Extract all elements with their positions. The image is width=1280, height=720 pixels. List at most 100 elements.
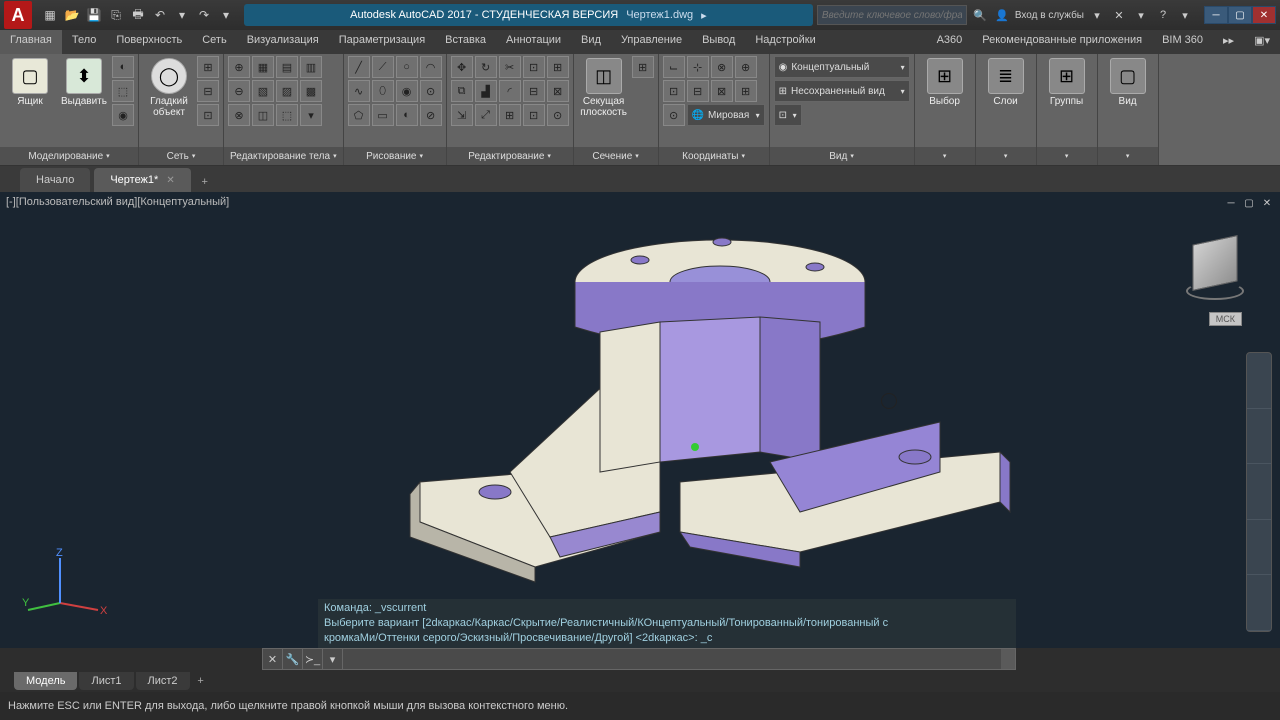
showmotion-icon[interactable] [1247,575,1271,631]
tab-surface[interactable]: Поверхность [106,30,192,54]
cmd-close-icon[interactable]: ✕ [263,649,283,669]
help-icon[interactable]: ? [1154,6,1172,24]
viewport-label[interactable]: [-][Пользовательский вид][Концептуальный… [6,196,229,208]
navigation-bar[interactable] [1246,352,1272,632]
new-icon[interactable]: ▦ [40,5,60,25]
mesh-icon[interactable]: ⊞ [197,56,219,78]
tab-drawing[interactable]: Чертеж1*✕ [94,168,190,192]
wcs-label[interactable]: МСК [1209,312,1242,326]
edit-icon[interactable]: ▨ [276,80,298,102]
subtract-icon[interactable]: ⊖ [228,80,250,102]
ucs-combo[interactable]: 🌐Мировая [687,104,765,126]
ucs-icon[interactable]: ⊞ [735,80,757,102]
orbit-icon[interactable] [1247,520,1271,576]
app-logo[interactable]: A [4,1,32,29]
edit-icon[interactable]: ▤ [276,56,298,78]
union-icon[interactable]: ⊕ [228,56,250,78]
stretch-icon[interactable]: ⇲ [451,104,473,126]
ucs-icon[interactable]: ⊟ [687,80,709,102]
ucs-icon[interactable]: ⌙ [663,56,685,78]
panel-label[interactable]: Редактирование тела [224,147,343,165]
edit-icon[interactable]: ▾ [300,104,322,126]
edit-icon[interactable]: ⬚ [276,104,298,126]
tab-a360[interactable]: A360 [927,30,973,54]
layers-button[interactable]: ≣Слои [980,56,1032,109]
search-icon[interactable]: 🔍 [971,6,989,24]
edit-icon[interactable]: ▦ [252,56,274,78]
mod-icon[interactable]: ⊙ [547,104,569,126]
mod-icon[interactable]: ⊠ [547,80,569,102]
rotate-icon[interactable]: ↻ [475,56,497,78]
selection-button[interactable]: ⊞Выбор [919,56,971,109]
mod-icon[interactable]: ⊡ [523,104,545,126]
redo-icon[interactable]: ↷ [194,5,214,25]
ucs-icon[interactable]: ⊙ [663,104,685,126]
pan-icon[interactable] [1247,409,1271,465]
panel-label[interactable]: Сеть [139,147,223,165]
mod-icon[interactable]: ⊞ [547,56,569,78]
search-input[interactable] [817,5,967,25]
tab-layout1[interactable]: Лист1 [79,672,133,690]
section-plane-button[interactable]: ◫Секущая плоскость [578,56,630,120]
tab-layout2[interactable]: Лист2 [136,672,190,690]
panel-label[interactable]: Моделирование [0,147,138,165]
tab-mesh[interactable]: Сеть [192,30,236,54]
draw-icon[interactable]: ∿ [348,80,370,102]
print-icon[interactable]: 🖶 [128,5,148,25]
ucs-icon[interactable]: ⊠ [711,80,733,102]
edit-icon[interactable]: ◫ [252,104,274,126]
box-button[interactable]: ▢Ящик [4,56,56,109]
vp-minimize-icon[interactable]: ─ [1224,196,1238,210]
mod-icon[interactable]: ⊡ [523,56,545,78]
cmd-config-icon[interactable]: 🔧 [283,649,303,669]
signin-label[interactable]: Вход в службы [1015,10,1084,21]
tab-insert[interactable]: Вставка [435,30,496,54]
panel-label[interactable]: Сечение [574,147,658,165]
section-icon[interactable]: ⊞ [632,56,654,78]
tab-annotate[interactable]: Аннотации [496,30,571,54]
array-icon[interactable]: ⊞ [499,104,521,126]
minimize-button[interactable]: ─ [1204,6,1228,24]
circle-icon[interactable]: ○ [396,56,418,78]
tab-manage[interactable]: Управление [611,30,692,54]
ucs-icon[interactable]: ⊕ [735,56,757,78]
maximize-button[interactable]: ▢ [1228,6,1252,24]
vp-close-icon[interactable]: ✕ [1260,196,1274,210]
intersect-icon[interactable]: ⊗ [228,104,250,126]
presspull-icon[interactable]: ⬚ [112,80,134,102]
zoom-icon[interactable] [1247,464,1271,520]
revolve-icon[interactable]: ◉ [112,104,134,126]
dropdown-icon[interactable]: ▾ [1176,6,1194,24]
tab-parametric[interactable]: Параметризация [329,30,435,54]
visual-style-combo[interactable]: ◉Концептуальный [774,56,910,78]
move-icon[interactable]: ✥ [451,56,473,78]
tab-view[interactable]: Вид [571,30,611,54]
user-icon[interactable]: 👤 [993,6,1011,24]
tab-output[interactable]: Вывод [692,30,745,54]
arc-icon[interactable]: ◠ [420,56,442,78]
wheel-icon[interactable] [1247,353,1271,409]
tab-addins[interactable]: Надстройки [745,30,825,54]
cmd-scroll[interactable] [1001,649,1015,669]
ucs-icon[interactable]: ⊗ [711,56,733,78]
trim-icon[interactable]: ✂ [499,56,521,78]
panel-label[interactable]: Редактирование [447,147,573,165]
scale-icon[interactable]: ⤢ [475,104,497,126]
view-icon-combo[interactable]: ⊡ [774,104,802,126]
add-tab-button[interactable]: + [195,172,215,192]
edit-icon[interactable]: ▧ [252,80,274,102]
tab-visualize[interactable]: Визуализация [237,30,329,54]
panel-label[interactable]: Координаты [659,147,769,165]
open-icon[interactable]: 📂 [62,5,82,25]
copy-icon[interactable]: ⧉ [451,80,473,102]
rect-icon[interactable]: ▭ [372,104,394,126]
panel-label[interactable] [915,147,975,165]
cmd-dropdown-icon[interactable]: ▾ [323,649,343,669]
draw-icon[interactable]: ⬯ [372,80,394,102]
tab-start[interactable]: Начало [20,168,90,192]
panel-label[interactable] [976,147,1036,165]
dropdown-icon[interactable]: ▾ [216,5,236,25]
tab-model[interactable]: Модель [14,672,77,690]
vp-maximize-icon[interactable]: ▢ [1242,196,1256,210]
edit-icon[interactable]: ▩ [300,80,322,102]
